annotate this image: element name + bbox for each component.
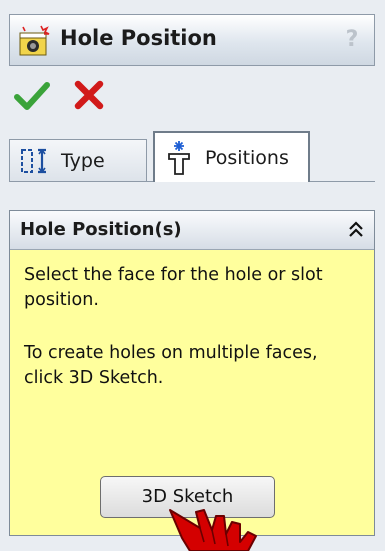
property-manager-panel: Hole Position ? Type Positions Hole Posi… bbox=[0, 0, 385, 551]
page-title: Hole Position bbox=[60, 26, 217, 50]
tab-positions-label: Positions bbox=[205, 147, 289, 169]
cancel-button[interactable] bbox=[72, 78, 106, 112]
tab-positions[interactable]: Positions bbox=[153, 131, 310, 182]
hole-wizard-icon bbox=[19, 25, 50, 56]
group-title: Hole Position(s) bbox=[20, 219, 182, 240]
group-header[interactable]: Hole Position(s) bbox=[10, 211, 374, 250]
multiple-faces-hint: To create holes on multiple faces, click… bbox=[24, 343, 318, 388]
tab-type-label: Type bbox=[61, 150, 105, 172]
ok-button[interactable] bbox=[14, 80, 50, 112]
double-chevron-up-icon[interactable] bbox=[346, 219, 366, 241]
property-manager-header: Hole Position ? bbox=[9, 14, 375, 66]
help-icon[interactable]: ? bbox=[340, 27, 364, 53]
instruction-text: Select the face for the hole or slot pos… bbox=[24, 265, 323, 310]
hole-position-icon bbox=[168, 141, 190, 175]
hole-type-icon bbox=[21, 148, 46, 174]
hand-cursor-icon bbox=[169, 509, 257, 551]
tab-type[interactable]: Type bbox=[9, 139, 147, 181]
